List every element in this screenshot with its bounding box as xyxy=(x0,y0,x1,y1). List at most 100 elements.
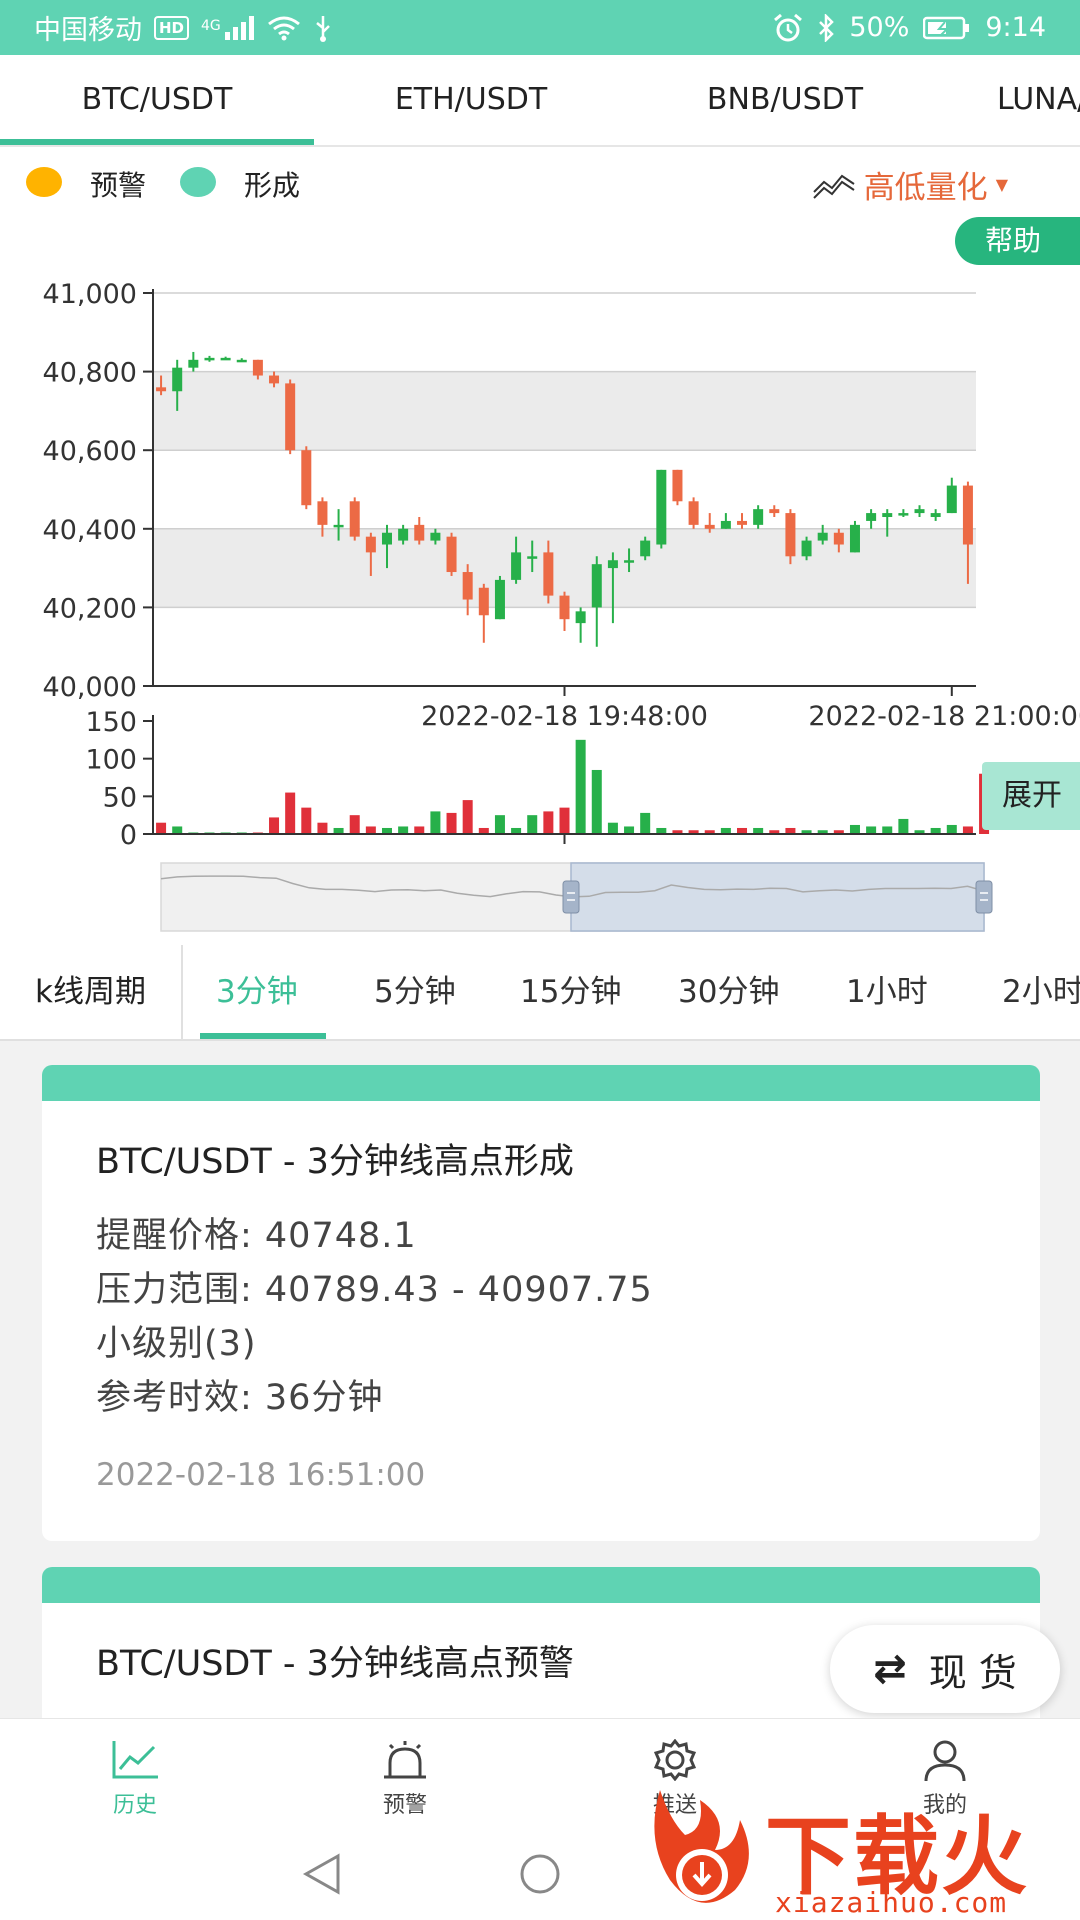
volume-bar xyxy=(269,817,280,834)
volume-bar xyxy=(172,826,183,834)
volume-bar xyxy=(365,826,376,834)
status-bar: 中国移动 HD 4G 50% 9:14 xyxy=(0,0,1080,55)
candle-body xyxy=(220,357,231,361)
volume-bar xyxy=(317,822,328,834)
network-type: 4G xyxy=(201,18,221,34)
pressure-range: 压力范围: 40789.43 - 40907.75 xyxy=(96,1270,653,1310)
nav-history[interactable]: 历史 xyxy=(0,1719,270,1819)
wifi-icon xyxy=(267,16,300,40)
volume-bar xyxy=(285,792,296,834)
candle-body xyxy=(204,357,215,361)
period-1hour[interactable]: 1小时 xyxy=(846,945,928,1039)
candle-body xyxy=(769,509,780,514)
spot-toggle-button[interactable]: ⇄ 现 货 xyxy=(830,1625,1060,1713)
y-tick-label: 41,000 xyxy=(43,279,137,310)
candle-body xyxy=(720,520,731,529)
candle-body xyxy=(317,501,328,525)
pair-tabs: BTC/USDT ETH/USDT BNB/USDT LUNA/USDT xyxy=(0,55,1080,147)
legend-row: 预警 形成 高低量化 ▼ xyxy=(0,147,1080,217)
candle-body xyxy=(817,532,828,541)
card-header-strip xyxy=(42,1065,1040,1101)
formed-dot xyxy=(180,167,216,197)
kline-period-label: k线周期 xyxy=(0,945,183,1039)
tab-eth-usdt[interactable]: ETH/USDT xyxy=(314,55,628,145)
candle-body xyxy=(285,383,296,451)
alert-card[interactable]: BTC/USDT - 3分钟线高点形成 提醒价格: 40748.1 压力范围: … xyxy=(42,1065,1040,1541)
tab-bnb-usdt[interactable]: BNB/USDT xyxy=(628,55,942,145)
card-title: BTC/USDT - 3分钟线高点形成 xyxy=(96,1142,574,1182)
candle-body xyxy=(333,524,344,528)
volume-bar xyxy=(898,818,909,834)
x-tick-label: 2022-02-18 21:00:00 xyxy=(808,701,1080,732)
validity-text: 参考时效: 36分钟 xyxy=(96,1378,384,1418)
candle-body xyxy=(946,485,957,514)
trend-lines-icon xyxy=(812,174,855,199)
candle-body xyxy=(398,528,409,541)
volume-bar xyxy=(640,812,651,834)
candle-body xyxy=(607,560,618,569)
candle-body xyxy=(882,513,893,518)
home-icon[interactable] xyxy=(518,1852,562,1896)
alarm-clock-icon xyxy=(774,13,803,41)
period-5min[interactable]: 5分钟 xyxy=(374,945,456,1039)
tab-luna-usdt[interactable]: LUNA/USDT xyxy=(942,55,1080,145)
nav-label: 预警 xyxy=(382,1793,427,1818)
period-15min[interactable]: 15分钟 xyxy=(520,945,621,1039)
candle-body xyxy=(365,536,376,553)
chart-area: 41,000 40,800 40,600 40,400 40,200 40,000 2022… xyxy=(0,217,1080,945)
period-30min[interactable]: 30分钟 xyxy=(678,945,779,1039)
expand-button[interactable]: 展开 xyxy=(982,762,1080,830)
nav-warning[interactable]: 预警 xyxy=(270,1719,540,1819)
zoom-handle[interactable] xyxy=(975,880,993,914)
candle-body xyxy=(898,513,909,516)
quant-dropdown[interactable]: 高低量化 ▼ xyxy=(812,162,1008,207)
candle-body xyxy=(172,367,183,392)
spot-label: 现 货 xyxy=(928,1650,1017,1695)
flame-logo-icon xyxy=(654,1790,749,1903)
period-3min[interactable]: 3分钟 xyxy=(216,945,298,1039)
zoom-slider[interactable] xyxy=(160,862,993,932)
candle-body xyxy=(962,485,973,545)
candle-body xyxy=(866,513,877,521)
candle-body xyxy=(914,509,925,514)
candle-body xyxy=(236,359,247,363)
y-tick-label: 40,600 xyxy=(43,436,137,467)
usb-icon xyxy=(315,15,330,42)
warning-dot xyxy=(26,167,62,197)
signal-icon xyxy=(224,15,254,40)
candle-body xyxy=(656,469,667,545)
carrier-name: 中国移动 xyxy=(34,15,142,46)
candle-body xyxy=(301,450,312,506)
back-icon[interactable] xyxy=(300,1852,344,1896)
volume-bar xyxy=(494,815,505,834)
volume-bar xyxy=(946,824,957,834)
tab-btc-usdt[interactable]: BTC/USDT xyxy=(0,55,314,145)
candle-body xyxy=(494,579,505,620)
period-2hour[interactable]: 2小时 xyxy=(1002,945,1080,1039)
alarm-icon xyxy=(384,1741,426,1779)
candle-body xyxy=(849,524,860,553)
volume-bar xyxy=(527,815,538,834)
volume-bar xyxy=(349,815,360,834)
alert-timestamp: 2022-02-18 16:51:00 xyxy=(96,1457,426,1493)
chart-line-icon xyxy=(112,1741,158,1779)
candle-body xyxy=(414,524,425,541)
help-button[interactable]: 帮助 xyxy=(955,217,1080,265)
volume-tick-label: 0 xyxy=(120,820,137,851)
volume-bar xyxy=(559,807,570,834)
candle-body xyxy=(785,513,796,557)
level-text: 小级别(3) xyxy=(96,1324,257,1364)
caret-down-icon: ▼ xyxy=(995,175,1008,194)
candle-body xyxy=(575,611,586,624)
candle-body xyxy=(624,560,635,563)
volume-bar xyxy=(543,811,554,834)
zoom-window[interactable] xyxy=(570,862,985,932)
user-icon xyxy=(924,1740,966,1781)
card-title: BTC/USDT - 3分钟线高点预警 xyxy=(96,1644,574,1684)
candle-body xyxy=(527,556,538,559)
zoom-handle[interactable] xyxy=(562,880,580,914)
volume-bar xyxy=(882,826,893,834)
candle-body xyxy=(559,595,570,620)
volume-bar xyxy=(591,769,602,834)
candlestick-chart[interactable]: 41,000 40,800 40,600 40,400 40,200 40,000 2022… xyxy=(0,217,1080,945)
